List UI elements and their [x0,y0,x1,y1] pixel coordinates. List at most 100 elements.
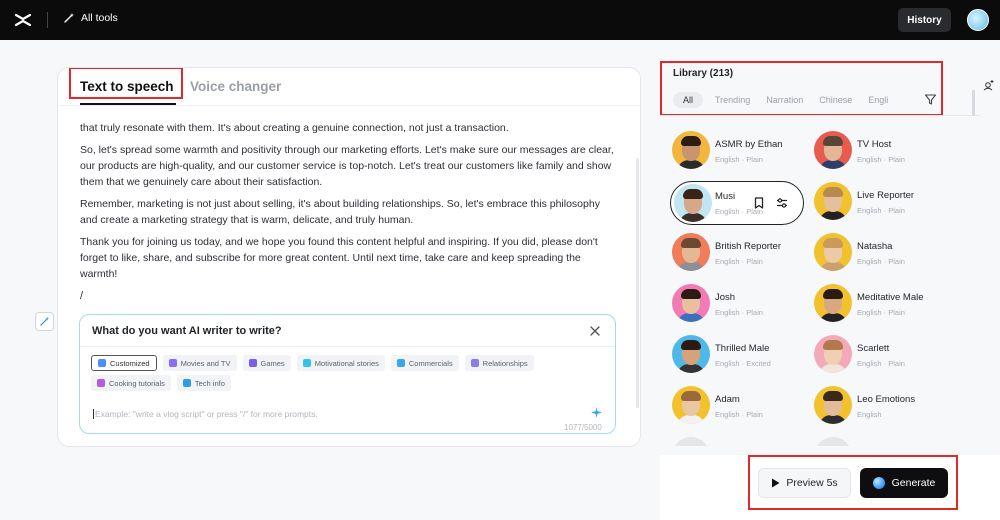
filter-narration[interactable]: Narration [766,95,803,105]
ai-writer-toggle[interactable] [35,312,54,331]
filter-chinese[interactable]: Chinese [819,95,852,105]
voice-item-partial[interactable] [660,436,800,446]
divider [47,12,48,28]
generate-label: Generate [891,477,936,489]
voice-item[interactable]: Josh English · Plain [660,283,800,325]
editor-scrollbar[interactable] [636,158,639,408]
top-bar: All tools History [0,0,1000,40]
voice-meta: English · Excited [715,359,771,368]
voice-item[interactable]: Live Reporter English · Plain [802,181,942,223]
capcut-logo-icon[interactable] [14,11,32,29]
add-user-icon[interactable] [982,79,995,92]
voice-avatar [814,131,852,169]
voice-item-selected[interactable]: Musi English · Plain [670,181,804,225]
chip-label: Customized [110,358,150,368]
chip-label: Games [260,358,285,368]
voice-item[interactable]: Natasha English · Plain [802,232,942,274]
voice-meta: English · Plain [715,308,763,317]
script-paragraph: So, let's spread some warmth and positiv… [80,144,614,188]
people-icon [470,359,479,367]
filter-all[interactable]: All [673,92,704,108]
voice-meta: English · Plain [857,257,905,266]
voice-meta: English · Plain [715,410,763,419]
voice-meta: English · Plain [857,206,905,215]
gamepad-icon [248,359,257,367]
all-tools-label: All tools [81,12,118,24]
chip-games[interactable]: Games [242,355,291,371]
generate-button[interactable]: Generate [860,468,948,498]
voice-item[interactable]: British Reporter English · Plain [660,232,800,274]
ai-writer-prompt-input[interactable]: Example: "write a vlog script" or press … [93,409,573,419]
active-tab-indicator [80,103,176,105]
hand-icon [302,359,311,367]
voice-avatar [672,131,710,169]
voice-meta: English · Plain [857,308,905,317]
filter-funnel-icon[interactable] [924,93,937,106]
voice-name: Musi [715,191,736,202]
voice-item[interactable]: ASMR by Ethan English · Plain [660,130,800,172]
script-paragraph: Remember, marketing is not just about se… [80,198,600,226]
library-scrollbar[interactable] [972,90,975,116]
voice-name: Live Reporter [857,190,915,201]
bookmark-icon[interactable] [752,196,766,210]
filter-trending[interactable]: Trending [715,95,750,105]
chip-label: Commercials [408,358,453,368]
voice-item[interactable]: Meditative Male English · Plain [802,283,942,325]
history-button[interactable]: History [898,8,951,32]
voice-avatar [674,184,712,222]
chip-label: Cooking tutorials [109,378,165,388]
all-tools-link[interactable]: All tools [63,12,118,24]
character-counter: 1077/5000 [564,423,602,432]
voice-avatar [672,284,710,322]
whisk-icon [97,379,105,387]
chip-motivational-stories[interactable]: Motivational stories [296,355,385,371]
tab-text-to-speech[interactable]: Text to speech [80,79,174,94]
chip-cooking-tutorials[interactable]: Cooking tutorials [91,375,171,391]
filter-english[interactable]: Engli [868,95,888,105]
voice-avatar [672,335,710,373]
chip-movies-and-tv[interactable]: Movies and TV [162,355,237,371]
voice-name: British Reporter [715,241,781,252]
chip-customized[interactable]: Customized [91,355,157,371]
voice-avatar [814,284,852,322]
tab-voice-changer[interactable]: Voice changer [190,79,281,94]
chip-commercials[interactable]: Commercials [390,355,459,371]
voice-avatar [814,335,852,373]
voice-item[interactable]: Thrilled Male English · Excited [660,334,800,376]
chip-label: Tech info [194,378,225,388]
generate-orb-icon [872,477,885,489]
voice-item[interactable]: Adam English · Plain [660,385,800,427]
library-title: Library (213) [673,68,734,79]
magic-wand-icon [40,316,50,326]
settings-sliders-icon[interactable] [775,196,789,210]
magic-wand-icon [64,13,74,23]
pencil-icon [98,359,106,367]
editor-card: Text to speech Voice changer that truly … [57,67,641,447]
sparkle-icon[interactable] [591,407,602,418]
ai-writer-title: What do you want AI writer to write? [92,325,282,337]
rocket-icon [182,379,191,387]
voice-avatar [814,437,852,446]
divider [80,346,615,347]
voice-item[interactable]: TV Host English · Plain [802,130,942,172]
voice-item-partial[interactable] [802,436,942,446]
chip-tech-info[interactable]: Tech info [176,375,231,391]
voice-name: Thrilled Male [715,343,770,354]
voice-name: Meditative Male [857,292,924,303]
chip-label: Relationships [482,358,528,368]
chip-relationships[interactable]: Relationships [464,355,534,371]
script-text-area[interactable]: that truly resonate with them. It's abou… [80,120,616,304]
action-bar: Preview 5s Generate [660,455,1000,520]
voice-name: ASMR by Ethan [715,139,783,150]
voice-item[interactable]: Leo Emotions English [802,385,942,427]
preview-label: Preview 5s [786,477,838,489]
preview-button[interactable]: Preview 5s [758,468,851,498]
close-icon[interactable] [588,324,602,338]
user-avatar[interactable] [967,9,989,31]
voice-meta: English [857,410,882,419]
play-icon [772,478,780,488]
voice-item[interactable]: Scarlett English · Plain [802,334,942,376]
voice-name: TV Host [857,139,892,150]
voice-meta: English · Plain [715,257,763,266]
voice-name: Adam [715,394,740,405]
